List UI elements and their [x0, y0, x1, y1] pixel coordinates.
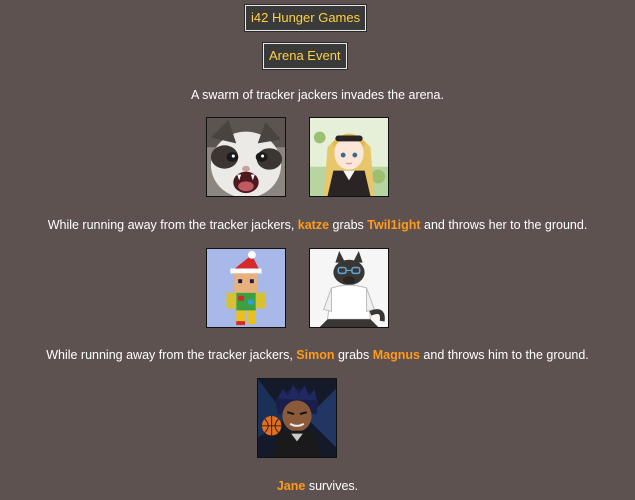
event-text: While running away from the tracker jack… [46, 348, 297, 362]
event-description: A swarm of tracker jackers invades the a… [191, 88, 444, 102]
event-text: While running away from the tracker jack… [47, 218, 298, 232]
avatar-twil1ight [309, 117, 389, 197]
event-title: Arena Event [262, 42, 348, 70]
blocky-santa-icon [207, 249, 285, 327]
event-text: and throws her to the ground. [420, 218, 588, 232]
event-line-1: While running away from the tracker jack… [0, 217, 635, 233]
tribute-name-katze: katze [297, 218, 330, 232]
event-text: grabs [334, 348, 373, 362]
tribute-name-magnus: Magnus [372, 348, 420, 362]
avatar-katze [206, 117, 286, 197]
cartoon-wolf-icon [310, 249, 388, 327]
screaming-cat-icon [207, 118, 285, 196]
game-title: i42 Hunger Games [243, 4, 368, 32]
anime-girl-icon [310, 118, 388, 196]
event-line-3: Jane survives. [0, 478, 635, 494]
tribute-name-jane: Jane [276, 479, 306, 493]
tribute-name-simon: Simon [296, 348, 335, 362]
avatar-magnus [309, 248, 389, 328]
event-text: and throws him to the ground. [419, 348, 589, 362]
basketball-player-icon [258, 379, 336, 457]
event-text: survives. [305, 479, 359, 493]
event-text: grabs [329, 218, 368, 232]
tribute-name-twil1ight: Twil1ight [367, 218, 421, 232]
page: i42 Hunger Games Arena Event A swarm of … [0, 0, 635, 500]
event-line-2: While running away from the tracker jack… [0, 347, 635, 363]
avatar-jane [257, 378, 337, 458]
avatar-simon [206, 248, 286, 328]
